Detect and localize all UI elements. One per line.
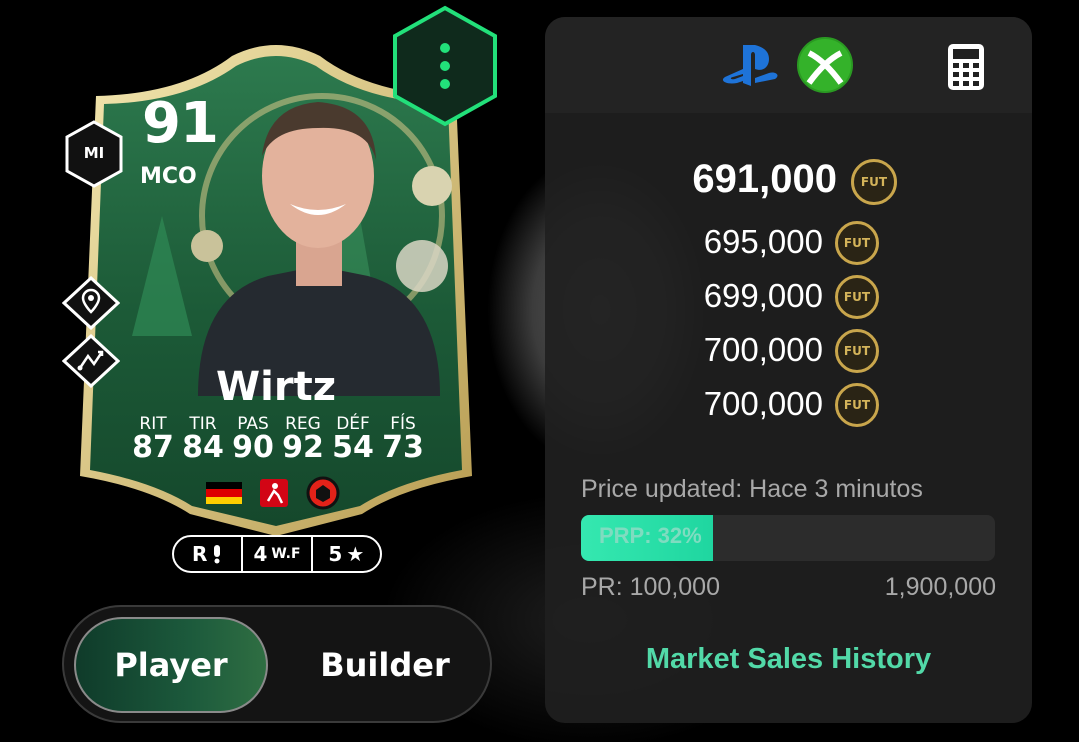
price-listing: 700,000 xyxy=(703,385,823,422)
stat-value: 90 xyxy=(232,430,274,465)
player-tab[interactable]: Player xyxy=(74,617,268,713)
player-traits-bar: R 4 W.F 5 ★ xyxy=(172,535,382,573)
fut-coin-icon: FUT xyxy=(851,159,897,205)
more-dots-icon xyxy=(440,43,450,53)
stat-value: 73 xyxy=(382,430,424,465)
weak-foot-label: W.F xyxy=(271,546,301,562)
fut-coin-icon: FUT xyxy=(835,329,879,373)
price-listing: 700,000 xyxy=(703,331,823,368)
alt-position-badge: MI xyxy=(64,120,124,188)
market-sales-history-link[interactable]: Market Sales History xyxy=(545,643,1032,676)
stat-value: 87 xyxy=(132,430,174,465)
leverkusen-crest-icon xyxy=(306,476,340,510)
stat-values-row: 87 84 90 92 54 73 xyxy=(128,430,428,465)
price-range-min: PR: 100,000 xyxy=(581,573,720,601)
fut-coin-icon: FUT xyxy=(835,221,879,265)
card-position: MCO xyxy=(140,164,197,189)
lowest-price: 691,000 xyxy=(692,157,837,201)
price-updated-text: Price updated: Hace 3 minutos xyxy=(581,475,923,503)
stat-value: 54 xyxy=(332,430,374,465)
fut-coin-icon: FUT xyxy=(835,275,879,319)
calculator-icon[interactable] xyxy=(947,43,985,91)
weak-foot-trait: 4 W.F xyxy=(241,537,310,571)
skill-stars-value: 5 xyxy=(328,542,343,566)
xbox-icon[interactable] xyxy=(797,37,853,93)
prp-progress-bar: PRP: 32% xyxy=(581,515,995,561)
weak-foot-value: 4 xyxy=(253,542,268,566)
stat-value: 92 xyxy=(282,430,324,465)
builder-tab[interactable]: Builder xyxy=(288,617,482,713)
view-toggle: Player Builder xyxy=(62,605,492,723)
card-badges xyxy=(206,476,340,510)
skill-stars-trait: 5 ★ xyxy=(310,537,380,571)
price-listing: 695,000 xyxy=(703,223,823,260)
star-icon: ★ xyxy=(346,542,365,566)
skill-moves-trait: R xyxy=(174,537,241,571)
location-pin-icon xyxy=(61,275,121,331)
playstation-icon[interactable] xyxy=(721,41,783,91)
player-name: Wirtz xyxy=(216,364,336,410)
price-panel: 691,000 FUT 695,000 FUT 699,000 FUT 700,… xyxy=(545,17,1032,723)
stat-value: 84 xyxy=(182,430,224,465)
bundesliga-logo-icon xyxy=(260,479,288,507)
alt-position-label: MI xyxy=(83,144,105,162)
price-range-max: 1,900,000 xyxy=(884,573,996,601)
card-rating: 91 xyxy=(142,91,219,156)
fut-coin-icon: FUT xyxy=(835,383,879,427)
prp-label: PRP: 32% xyxy=(599,523,702,548)
card-menu-button[interactable] xyxy=(390,4,500,128)
foot-icon xyxy=(214,545,221,564)
price-listing: 699,000 xyxy=(703,277,823,314)
germany-flag-icon xyxy=(206,482,242,504)
skill-moves-label: R xyxy=(191,542,208,566)
